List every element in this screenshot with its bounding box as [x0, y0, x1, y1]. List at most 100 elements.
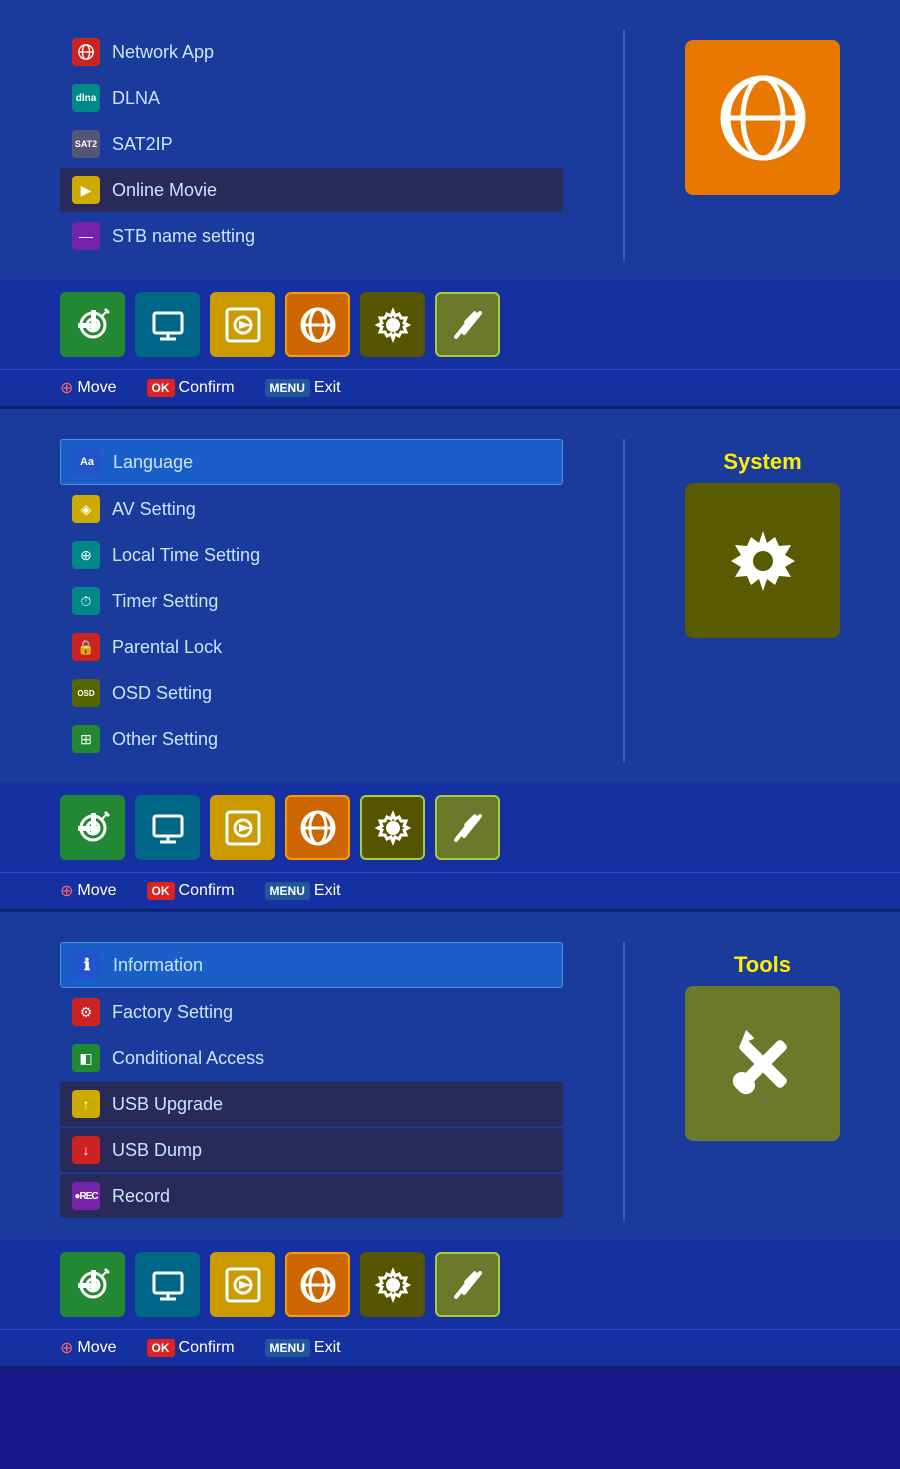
ok-badge-2: OK: [147, 882, 175, 900]
parental-lock-label: Parental Lock: [112, 637, 222, 658]
gear-nav-btn-3[interactable]: [360, 1252, 425, 1317]
factory-setting-item[interactable]: ⚙ Factory Setting: [60, 990, 563, 1034]
tools-nav-btn-1[interactable]: [435, 292, 500, 357]
system-menu: Aa Language ◈ AV Setting ⊕ Local Time Se…: [60, 439, 563, 763]
online-movie-item[interactable]: ▶ Online Movie: [60, 168, 563, 212]
tv-nav-btn[interactable]: [135, 292, 200, 357]
record-label: Record: [112, 1186, 170, 1207]
usb-dump-icon: ↓: [72, 1136, 100, 1164]
ok-control-2[interactable]: OK Confirm: [147, 882, 235, 900]
av-setting-item[interactable]: ◈ AV Setting: [60, 487, 563, 531]
media-nav-btn-2[interactable]: [210, 795, 275, 860]
globe-nav-btn-2[interactable]: [285, 795, 350, 860]
menu-control-3[interactable]: MENU Exit: [265, 1339, 341, 1357]
divider: [623, 30, 625, 260]
media-nav-icon: [223, 305, 263, 345]
local-time-item[interactable]: ⊕ Local Time Setting: [60, 533, 563, 577]
dlna-icon: dlna: [72, 84, 100, 112]
ok-control[interactable]: OK Confirm: [147, 379, 235, 397]
move-control-2: ⊕ Move: [60, 881, 117, 901]
menu-control[interactable]: MENU Exit: [265, 379, 341, 397]
ok-control-3[interactable]: OK Confirm: [147, 1339, 235, 1357]
network-app-icon: [72, 38, 100, 66]
move-control-3: ⊕ Move: [60, 1338, 117, 1358]
gear-nav-icon-3: [373, 1265, 413, 1305]
tools-menu: ℹ Information ⚙ Factory Setting ◧ Condit…: [60, 942, 563, 1220]
globe-nav-btn-3[interactable]: [285, 1252, 350, 1317]
sat2ip-item[interactable]: SAT2 SAT2IP: [60, 122, 563, 166]
tools-nav-btn-3[interactable]: [435, 1252, 500, 1317]
information-item[interactable]: ℹ Information: [60, 942, 563, 988]
menu-label-2: Exit: [314, 882, 341, 900]
timer-item[interactable]: ⏱ Timer Setting: [60, 579, 563, 623]
system-icon-row: [0, 783, 900, 872]
satellite-nav-icon-2: [73, 808, 113, 848]
osd-item[interactable]: osd OSD Setting: [60, 671, 563, 715]
other-icon: ⊞: [72, 725, 100, 753]
satellite-nav-btn[interactable]: [60, 292, 125, 357]
media-nav-btn-3[interactable]: [210, 1252, 275, 1317]
record-item[interactable]: ●REC Record: [60, 1174, 563, 1218]
divider3: [623, 942, 625, 1220]
stb-name-item[interactable]: — STB name setting: [60, 214, 563, 258]
dlna-label: DLNA: [112, 88, 160, 109]
other-setting-item[interactable]: ⊞ Other Setting: [60, 717, 563, 761]
menu-control-2[interactable]: MENU Exit: [265, 882, 341, 900]
tools-nav-icon: [448, 305, 488, 345]
satellite-nav-btn-2[interactable]: [60, 795, 125, 860]
gear-nav-btn[interactable]: [360, 292, 425, 357]
information-label: Information: [113, 955, 203, 976]
move-icon-3: ⊕: [60, 1338, 73, 1358]
tv-nav-icon-3: [148, 1265, 188, 1305]
tools-big-icon: [685, 986, 840, 1141]
other-label: Other Setting: [112, 729, 218, 750]
globe-nav-icon-2: [298, 808, 338, 848]
tools-nav-bar: ⊕ Move OK Confirm MENU Exit: [0, 1329, 900, 1366]
factory-label: Factory Setting: [112, 1002, 233, 1023]
sat2ip-label: SAT2IP: [112, 134, 173, 155]
ok-badge-3: OK: [147, 1339, 175, 1357]
usb-upgrade-item[interactable]: ↑ USB Upgrade: [60, 1082, 563, 1126]
usb-upgrade-label: USB Upgrade: [112, 1094, 223, 1115]
tools-nav-btn-2[interactable]: [435, 795, 500, 860]
online-movie-label: Online Movie: [112, 180, 217, 201]
tools-big-svg: [713, 1014, 813, 1114]
osd-icon: osd: [72, 679, 100, 707]
move-label: Move: [77, 379, 116, 397]
move-icon-2: ⊕: [60, 881, 73, 901]
parental-lock-item[interactable]: 🔒 Parental Lock: [60, 625, 563, 669]
stb-label: STB name setting: [112, 226, 255, 247]
satellite-nav-btn-3[interactable]: [60, 1252, 125, 1317]
stb-icon: —: [72, 222, 100, 250]
tv-nav-btn-3[interactable]: [135, 1252, 200, 1317]
usb-dump-item[interactable]: ↓ USB Dump: [60, 1128, 563, 1172]
tools-right: Tools: [685, 942, 840, 1220]
menu-badge: MENU: [265, 379, 310, 397]
usb-upgrade-icon: ↑: [72, 1090, 100, 1118]
globe-nav-btn[interactable]: [285, 292, 350, 357]
online-movie-icon: ▶: [72, 176, 100, 204]
gear-big-svg: [713, 511, 813, 611]
media-nav-icon-3: [223, 1265, 263, 1305]
conditional-access-item[interactable]: ◧ Conditional Access: [60, 1036, 563, 1080]
tools-panel: ℹ Information ⚙ Factory Setting ◧ Condit…: [0, 912, 900, 1369]
language-item[interactable]: Aa Language: [60, 439, 563, 485]
local-time-icon: ⊕: [72, 541, 100, 569]
tools-icon-row: [0, 1240, 900, 1329]
satellite-nav-icon: [73, 305, 113, 345]
ca-icon: ◧: [72, 1044, 100, 1072]
tools-title: Tools: [734, 952, 791, 978]
network-app-item[interactable]: Network App: [60, 30, 563, 74]
tools-nav-icon-3: [448, 1265, 488, 1305]
tv-nav-btn-2[interactable]: [135, 795, 200, 860]
parental-lock-icon: 🔒: [72, 633, 100, 661]
ok-label-2: Confirm: [179, 882, 235, 900]
ca-label: Conditional Access: [112, 1048, 264, 1069]
osd-label: OSD Setting: [112, 683, 212, 704]
ok-badge: OK: [147, 379, 175, 397]
gear-nav-btn-2[interactable]: [360, 795, 425, 860]
media-nav-btn[interactable]: [210, 292, 275, 357]
timer-label: Timer Setting: [112, 591, 218, 612]
tv-nav-icon: [148, 305, 188, 345]
dlna-item[interactable]: dlna DLNA: [60, 76, 563, 120]
